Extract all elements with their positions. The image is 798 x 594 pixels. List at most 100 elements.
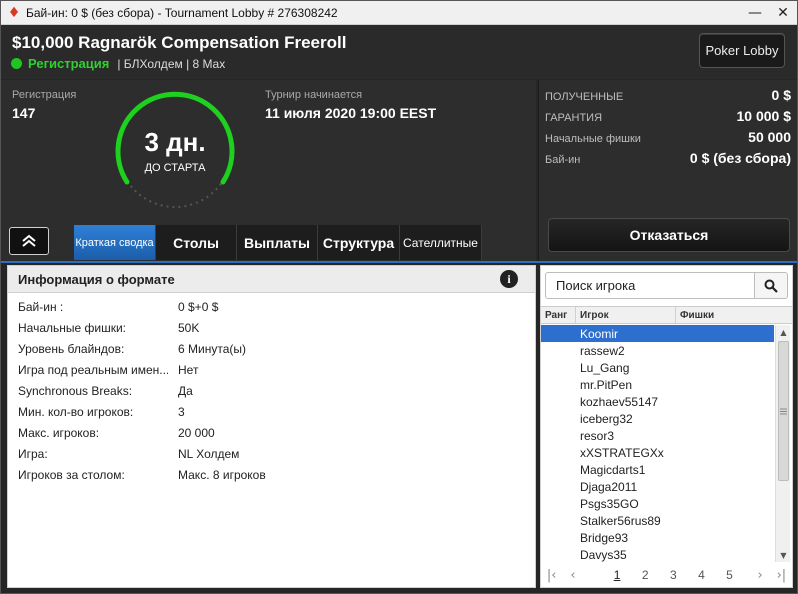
page-link[interactable]: 4 bbox=[687, 568, 715, 582]
format-value: 3 bbox=[178, 404, 185, 419]
search-button[interactable] bbox=[754, 272, 788, 299]
minimize-button[interactable]: — bbox=[743, 1, 767, 25]
player-name: resor3 bbox=[580, 428, 615, 443]
poker-lobby-button[interactable]: Poker Lobby bbox=[699, 33, 785, 68]
players-table-header: Ранг Игрок Фишки bbox=[541, 306, 792, 324]
player-name: Djaga2011 bbox=[580, 479, 638, 494]
format-key: Игроков за столом: bbox=[18, 467, 125, 482]
player-row[interactable]: Djaga2011 bbox=[541, 478, 774, 495]
tournament-name: $10,000 Ragnarök Compensation Freeroll bbox=[12, 33, 347, 52]
scroll-down-icon[interactable]: ▼ bbox=[776, 548, 791, 562]
divider bbox=[1, 261, 797, 263]
column-chips[interactable]: Фишки bbox=[676, 307, 774, 323]
column-player[interactable]: Игрок bbox=[576, 307, 676, 323]
status-dot-icon bbox=[11, 58, 22, 69]
format-row: Макс. игроков: 20 000 bbox=[8, 422, 535, 443]
player-name: rassew2 bbox=[580, 343, 625, 358]
format-row: Игра: NL Холдем bbox=[8, 443, 535, 464]
format-key: Мин. кол-во игроков: bbox=[18, 404, 134, 419]
format-value: 6 Минута(ы) bbox=[178, 341, 246, 356]
tournament-lobby-window: ♦ Бай-ин: 0 $ (без сбора) - Tournament L… bbox=[0, 0, 798, 594]
countdown-value: 3 дн. bbox=[144, 126, 206, 157]
format-info-header: Информация о формате bbox=[8, 266, 535, 293]
next-page-icon[interactable]: › bbox=[749, 568, 770, 583]
player-row[interactable]: resor3 bbox=[541, 427, 774, 444]
player-name: Davys35 bbox=[580, 547, 627, 562]
search-icon bbox=[764, 279, 778, 293]
scroll-up-icon[interactable]: ▲ bbox=[776, 325, 791, 339]
close-button[interactable]: ✕ bbox=[771, 1, 795, 25]
prize-row: Начальные фишки 50 000 bbox=[545, 129, 791, 145]
players-scrollbar[interactable]: ▲ ▼ bbox=[775, 325, 790, 562]
player-search-input[interactable]: Поиск игрока bbox=[545, 272, 755, 299]
decline-button[interactable]: Отказаться bbox=[548, 218, 790, 252]
page-link[interactable]: 5 bbox=[715, 568, 743, 582]
info-icon[interactable]: i bbox=[500, 270, 518, 288]
tab-structure[interactable]: Структура bbox=[318, 225, 400, 260]
prize-row-value: 50 000 bbox=[748, 129, 791, 145]
tab-summary[interactable]: Краткая сводка bbox=[74, 225, 156, 260]
player-name: Koomir bbox=[580, 326, 619, 341]
prize-row-value: 0 $ (без сбора) bbox=[689, 150, 791, 166]
game-info: | БЛХолдем | 8 Max bbox=[117, 56, 226, 71]
window-title: Бай-ин: 0 $ (без сбора) - Tournament Lob… bbox=[26, 5, 338, 20]
first-page-icon[interactable]: |‹ bbox=[541, 568, 562, 583]
prize-row: ГАРАНТИЯ 10 000 $ bbox=[545, 108, 791, 124]
player-name: Lu_Gang bbox=[580, 360, 630, 375]
tab-satellites[interactable]: Сателлитные bbox=[400, 225, 482, 260]
status-row: Регистрация | БЛХолдем | 8 Max bbox=[11, 56, 225, 71]
start-label: Турнир начинается bbox=[265, 89, 363, 101]
format-value: Макс. 8 игроков bbox=[178, 467, 266, 482]
player-row[interactable]: Lu_Gang bbox=[541, 359, 774, 376]
format-key: Бай-ин : bbox=[18, 299, 64, 314]
player-name: xXSTRATEGXx bbox=[580, 445, 664, 460]
players-panel: Поиск игрока Ранг Игрок Фишки Koomir ras… bbox=[540, 265, 793, 588]
format-key: Игра: bbox=[18, 446, 48, 461]
column-rank[interactable]: Ранг bbox=[541, 307, 576, 323]
tab-tables[interactable]: Столы bbox=[156, 225, 237, 260]
prize-row-value: 0 $ bbox=[771, 87, 791, 103]
player-row[interactable]: Stalker56rus89 bbox=[541, 512, 774, 529]
prize-row: Бай-ин 0 $ (без сбора) bbox=[545, 150, 791, 166]
pagination: |‹ ‹ 1 2 3 4 5 › ›| bbox=[541, 564, 792, 586]
player-row[interactable]: Koomir bbox=[541, 325, 774, 342]
player-row[interactable]: mr.PitPen bbox=[541, 376, 774, 393]
player-name: Psgs35GO bbox=[580, 496, 639, 511]
registration-label: Регистрация bbox=[12, 89, 77, 101]
page-link[interactable]: 1 bbox=[603, 568, 631, 582]
player-row[interactable]: kozhaev55147 bbox=[541, 393, 774, 410]
players-list: Koomir rassew2 Lu_Gang mr.PitPen kozhaev… bbox=[541, 325, 774, 562]
format-value: Нет bbox=[178, 362, 199, 377]
player-row[interactable]: Psgs35GO bbox=[541, 495, 774, 512]
player-row[interactable]: Magicdarts1 bbox=[541, 461, 774, 478]
format-key: Игра под реальным имен... bbox=[18, 362, 168, 377]
format-info-panel: Информация о формате i Бай-ин : 0 $+0 $ Н… bbox=[7, 265, 536, 588]
tab-payouts[interactable]: Выплаты bbox=[237, 225, 318, 260]
page-link[interactable]: 2 bbox=[631, 568, 659, 582]
format-row: Бай-ин : 0 $+0 $ bbox=[8, 296, 535, 317]
page-link[interactable]: 3 bbox=[659, 568, 687, 582]
player-row[interactable]: iceberg32 bbox=[541, 410, 774, 427]
prize-panel: ПОЛУЧЕННЫЕ 0 $ ГАРАНТИЯ 10 000 $ Начальн… bbox=[538, 80, 797, 261]
player-row[interactable]: Bridge93 bbox=[541, 529, 774, 546]
format-info-rows: Бай-ин : 0 $+0 $ Начальные фишки: 50K Уров… bbox=[8, 293, 535, 485]
last-page-icon[interactable]: ›| bbox=[771, 568, 792, 583]
format-value: 20 000 bbox=[178, 425, 215, 440]
format-row: Начальные фишки: 50K bbox=[8, 317, 535, 338]
player-row[interactable]: xXSTRATEGXx bbox=[541, 444, 774, 461]
double-chevron-up-icon bbox=[22, 234, 36, 247]
grip-icon bbox=[780, 408, 787, 414]
format-row: Мин. кол-во игроков: 3 bbox=[8, 401, 535, 422]
registration-count: 147 bbox=[12, 105, 36, 121]
format-key: Макс. игроков: bbox=[18, 425, 100, 440]
player-name: Bridge93 bbox=[580, 530, 629, 545]
format-value: NL Холдем bbox=[178, 446, 240, 461]
player-row[interactable]: Davys35 bbox=[541, 546, 774, 562]
prize-row-label: ПОЛУЧЕННЫЕ bbox=[545, 91, 624, 103]
player-row[interactable]: rassew2 bbox=[541, 342, 774, 359]
prev-page-icon[interactable]: ‹ bbox=[562, 568, 583, 583]
app-logo-icon: ♦ bbox=[7, 4, 21, 21]
scroll-thumb[interactable] bbox=[778, 341, 789, 481]
collapse-button[interactable] bbox=[9, 227, 49, 255]
format-info-title: Информация о формате bbox=[18, 271, 175, 287]
